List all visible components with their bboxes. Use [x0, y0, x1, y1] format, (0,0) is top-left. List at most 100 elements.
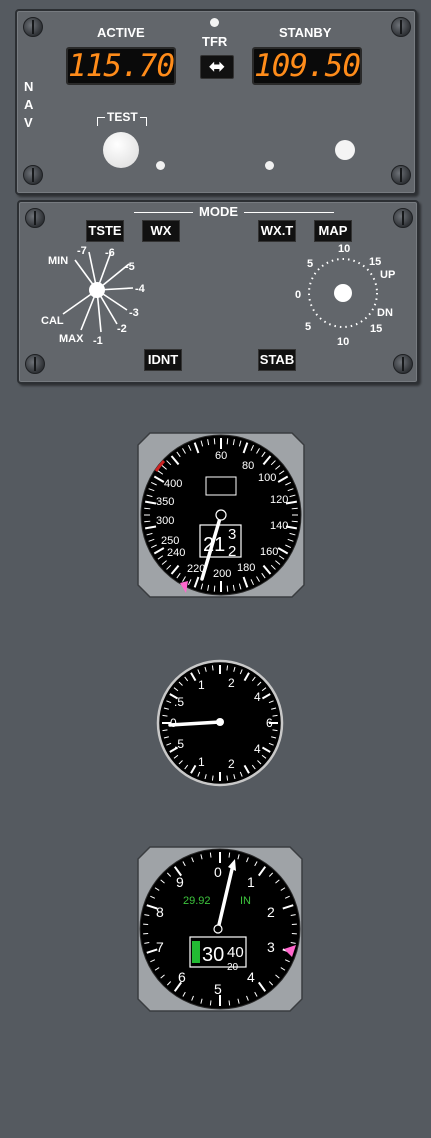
tilt-label-15-dn: 15: [370, 323, 382, 335]
asi-label-240: 240: [167, 547, 185, 559]
gauge-tick: [144, 520, 151, 523]
alt-label-9: 9: [176, 874, 184, 890]
tilt-label-15-up: 15: [369, 256, 381, 268]
gauge-tick: [272, 714, 278, 717]
asi-label-80: 80: [242, 460, 254, 472]
asi-label-200: 200: [213, 568, 231, 580]
asi-label-160: 160: [260, 546, 278, 558]
active-label: ACTIVE: [97, 25, 145, 40]
gauge-tick: [291, 520, 298, 523]
alt-label-6: 6: [178, 969, 186, 985]
indicator-light: [156, 161, 165, 170]
tilt-label-5-dn: 5: [305, 321, 311, 333]
gain-label-2: -2: [117, 323, 127, 335]
nav-side-label-a: A: [24, 97, 34, 112]
gain-label-max: MAX: [59, 333, 84, 345]
stab-button[interactable]: STAB: [258, 349, 296, 371]
vsi-label-1-dn: 1: [198, 755, 205, 769]
wx-t-button[interactable]: WX.T: [258, 220, 296, 242]
mode-label: MODE: [193, 204, 244, 219]
gain-label-1: -1: [93, 335, 103, 347]
altitude-readout-main: 30: [202, 944, 224, 966]
active-frequency-display: 115.70: [66, 47, 176, 85]
gauge-tick: [209, 1000, 212, 1006]
nav-side-label-v: V: [24, 115, 33, 130]
test-label: TEST: [105, 110, 140, 124]
altitude-flag: [192, 941, 200, 963]
vsi-label-6: 6: [266, 716, 273, 730]
vertical-speed-indicator: 1 2 4 6 4 2 1 0 .5 .5: [156, 659, 284, 787]
vsi-label-half-up: .5: [174, 695, 184, 709]
alt-label-4: 4: [247, 969, 255, 985]
airspeed-indicator: 60 80 100 120 140 160 180 200 220 240 25…: [137, 432, 305, 598]
asi-label-60: 60: [215, 450, 227, 462]
alt-label-2: 2: [267, 904, 275, 920]
gain-label-7: -7: [77, 245, 87, 257]
screw-icon: [391, 17, 411, 37]
frequency-knob[interactable]: [335, 140, 355, 160]
tfr-label: TFR: [202, 34, 228, 49]
alt-label-5: 5: [214, 981, 222, 997]
altitude-readout-lower: 20: [227, 962, 239, 973]
screw-icon: [23, 17, 43, 37]
airspeed-readout-upper: 3: [228, 526, 236, 543]
vsi-label-1-up: 1: [198, 678, 205, 692]
gauge-tick: [272, 729, 278, 732]
tilt-label-up: UP: [380, 269, 395, 281]
vsi-label-4-dn: 4: [254, 742, 261, 756]
asi-label-250: 250: [161, 535, 179, 547]
idnt-button[interactable]: IDNT: [144, 349, 182, 371]
vsi-label-2-dn: 2: [228, 757, 235, 771]
gauge-tick: [144, 507, 151, 510]
asi-label-180: 180: [237, 562, 255, 574]
weather-radar-panel: MODE TSTE WX WX.T MAP IDNT STAB MIN -7 -…: [17, 200, 419, 384]
tilt-label-dn: DN: [377, 307, 393, 319]
gauge-tick: [213, 438, 216, 445]
altitude-readout-upper: 40: [227, 944, 244, 961]
screw-icon: [25, 208, 45, 228]
gauge-tick: [228, 852, 231, 858]
test-button[interactable]: [103, 132, 139, 168]
alt-label-8: 8: [156, 904, 164, 920]
screw-icon: [391, 165, 411, 185]
tilt-label-5-up: 5: [307, 258, 313, 270]
gain-label-4: -4: [135, 283, 146, 295]
map-button[interactable]: MAP: [314, 220, 352, 242]
altimeter: 0 1 2 3 4 5 6 7 8 9 29.92 IN 30 40 20: [137, 846, 303, 1012]
tilt-label-10-dn: 10: [337, 336, 349, 348]
gauge-tick: [211, 775, 214, 781]
gauge-tick: [291, 507, 298, 510]
baro-setting-unit: IN: [240, 895, 251, 907]
nav-radio-panel: N A V ACTIVE STANBY 115.70 109.50 TFR ⬌ …: [15, 9, 417, 195]
indicator-light: [265, 161, 274, 170]
wx-button[interactable]: WX: [142, 220, 180, 242]
vsi-label-half-dn: .5: [174, 737, 184, 751]
gain-label-3: -3: [129, 307, 139, 319]
gauge-tick: [228, 1000, 231, 1006]
gauge-tick: [213, 585, 216, 592]
airspeed-readout-lower: 2: [228, 543, 236, 560]
alt-label-1: 1: [247, 874, 255, 890]
nav-side-label-n: N: [24, 79, 34, 94]
tilt-knob[interactable]: 10 5 15 UP 0 5 15 DN 10: [287, 240, 405, 350]
alt-label-0: 0: [214, 864, 222, 880]
transfer-button[interactable]: ⬌: [200, 55, 234, 79]
swap-arrow-icon: ⬌: [208, 56, 226, 78]
vsi-label-4-up: 4: [254, 690, 261, 704]
gain-label-cal: CAL: [41, 315, 64, 327]
gain-label-5: -5: [125, 261, 135, 273]
alt-label-3: 3: [267, 939, 275, 955]
tste-button[interactable]: TSTE: [86, 220, 124, 242]
gauge-tick: [226, 585, 229, 592]
tfr-indicator-light: [210, 18, 219, 27]
tilt-label-0: 0: [295, 289, 301, 301]
asi-label-350: 350: [156, 496, 174, 508]
gain-knob[interactable]: MIN -7 -6 -5 -4 -3 -2 -1 MAX CAL: [37, 240, 167, 350]
baro-setting-value: 29.92: [183, 895, 211, 907]
gauge-tick: [226, 665, 229, 671]
gain-label-6: -6: [105, 247, 115, 259]
asi-label-120: 120: [270, 494, 288, 506]
gauge-tick: [162, 714, 168, 717]
alt-label-7: 7: [156, 939, 164, 955]
standby-label: STANBY: [279, 25, 332, 40]
